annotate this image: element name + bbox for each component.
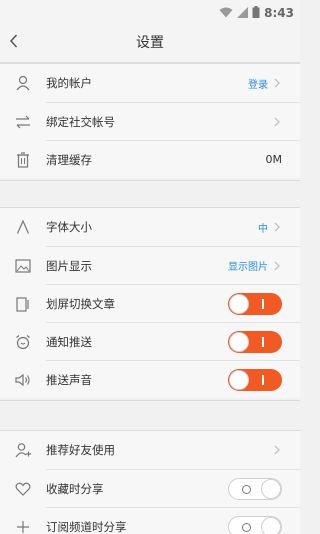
row-label: 推荐好友使用 (46, 443, 115, 457)
row-label: 字体大小 (46, 220, 92, 234)
row-label: 我的帐户 (46, 76, 92, 90)
alarm-clock-icon (0, 334, 46, 350)
card-swap-icon (0, 296, 46, 312)
swap-arrows-icon (0, 115, 46, 129)
cache-size: 0M (265, 153, 283, 166)
add-user-icon (0, 442, 46, 458)
row-share-on-favorite: 收藏时分享 (15, 469, 300, 507)
group-divider (0, 180, 300, 181)
image-display-value[interactable]: 显示图片 (228, 258, 268, 273)
row-recommend-friends[interactable]: 推荐好友使用 (0, 431, 300, 469)
status-time: 8:43 (264, 5, 294, 20)
heart-icon (0, 482, 46, 496)
row-label: 图片显示 (46, 258, 92, 273)
share-on-subscribe-toggle[interactable] (228, 515, 282, 534)
plus-icon (0, 520, 46, 534)
chevron-right-icon (272, 117, 282, 127)
row-bind-social[interactable]: 绑定社交帐号 (16, 102, 300, 140)
trash-icon (0, 151, 46, 168)
row-my-account[interactable]: 我的帐户 登录 (0, 64, 300, 102)
row-label: 绑定社交帐号 (46, 114, 115, 129)
chevron-right-icon (272, 78, 282, 88)
font-size-value[interactable]: 中 (258, 220, 268, 235)
font-icon (0, 220, 46, 234)
row-notification-push: 通知推送 (16, 322, 300, 360)
chevron-right-icon (272, 222, 282, 232)
row-label: 划屏切换文章 (46, 296, 115, 311)
page-title: 设置 (136, 35, 164, 51)
settings-group-account: 我的帐户 登录 绑定社交帐号 清理缓存 0M (0, 64, 300, 178)
row-label: 推送声音 (46, 372, 92, 387)
row-label: 清理缓存 (46, 152, 92, 167)
row-swipe-switch: 划屏切换文章 (16, 284, 300, 322)
login-link[interactable]: 登录 (248, 76, 268, 91)
notification-push-toggle[interactable] (228, 330, 282, 353)
row-label: 订阅频道时分享 (46, 519, 127, 534)
row-label: 收藏时分享 (46, 481, 104, 496)
image-icon (0, 258, 46, 273)
row-font-size[interactable]: 字体大小 中 (0, 208, 300, 246)
settings-group-share: 推荐好友使用 收藏时分享 订阅频道时分享 (0, 431, 300, 534)
row-push-sound: 推送声音 (15, 360, 300, 398)
row-image-display[interactable]: 图片显示 显示图片 (15, 246, 300, 284)
row-label: 通知推送 (46, 334, 92, 349)
settings-group-display: 字体大小 中 图片显示 显示图片 划屏切换文章 通知推送 推送声音 (0, 208, 300, 398)
row-share-on-subscribe: 订阅频道时分享 (17, 507, 300, 534)
chevron-right-icon (272, 445, 282, 455)
share-on-favorite-toggle[interactable] (228, 477, 282, 500)
group-divider (0, 400, 300, 401)
chevron-right-icon (272, 261, 282, 271)
speaker-icon (0, 373, 46, 387)
status-bar: 8:43 (0, 0, 300, 20)
push-sound-toggle[interactable] (228, 368, 282, 391)
user-icon (0, 75, 46, 91)
app-bar: 设置 (0, 20, 300, 62)
swipe-switch-toggle[interactable] (228, 292, 282, 315)
row-clear-cache[interactable]: 清理缓存 0M (17, 140, 300, 178)
